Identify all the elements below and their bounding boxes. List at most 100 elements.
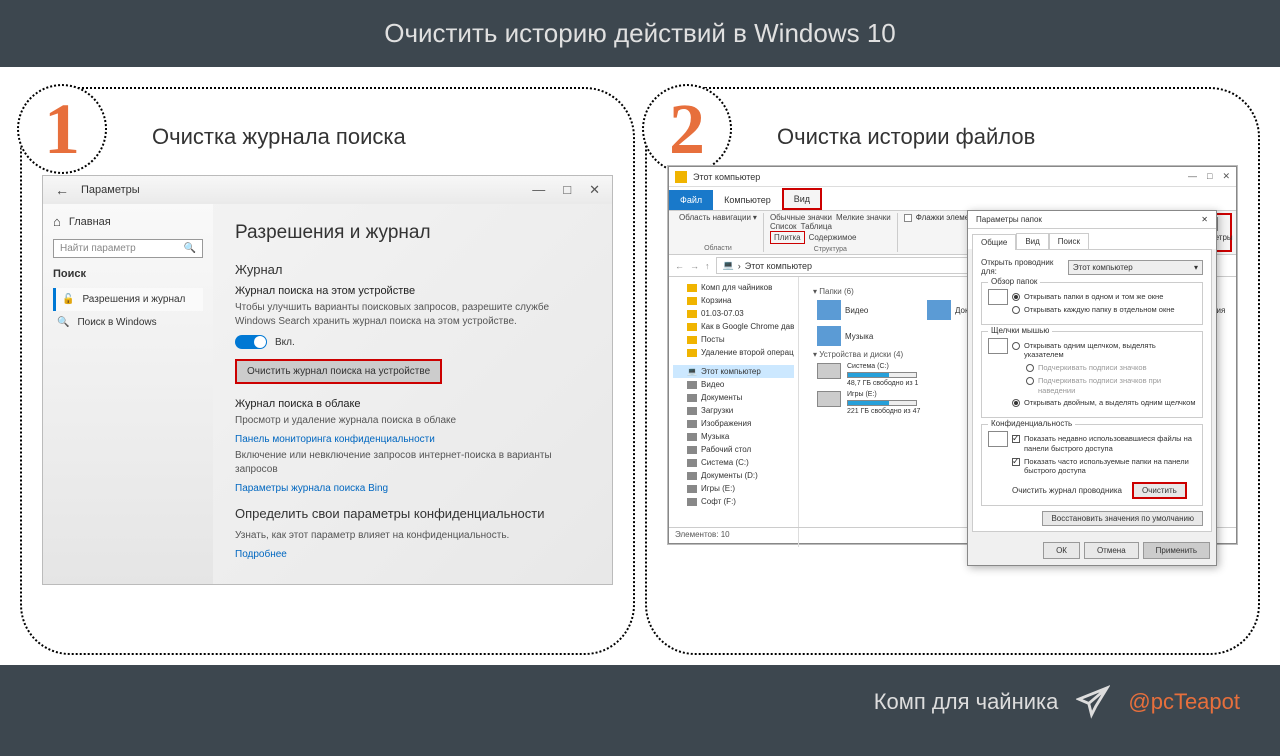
step-number: 1 [44,93,80,165]
nav-back[interactable]: ← [675,261,684,271]
ribbon-tabs: Файл Компьютер Вид [669,187,1236,211]
sidebar-item[interactable]: Корзина [673,294,794,307]
minimize-button[interactable]: — [532,182,545,198]
folder-item[interactable]: Видео [817,300,897,320]
clear-history-button[interactable]: Очистить журнал поиска на устройстве [235,359,442,384]
drive-icon [817,391,841,407]
open-explorer-select[interactable]: Этот компьютер▾ [1068,260,1203,275]
main-content: 1 Очистка журнала поиска ← Параметры — □… [0,67,1280,665]
view-normal-icons[interactable]: Обычные значки [770,213,832,222]
radio-single-click[interactable]: Открывать одним щелчком, выделять указат… [1012,341,1196,361]
breadcrumb[interactable]: 💻›Этот компьютер [716,257,996,274]
minimize-button[interactable]: — [1188,171,1197,182]
nav-forward[interactable]: → [690,261,699,271]
section-heading: Определить свои параметры конфиденциальн… [235,506,590,521]
sidebar-item[interactable]: Посты [673,333,794,346]
telegram-icon [1076,685,1110,719]
description-text: Чтобы улучшить варианты поисковых запрос… [235,301,590,329]
window-title: Параметры [81,184,140,196]
bing-settings-link[interactable]: Параметры журнала поиска Bing [235,483,590,494]
search-placeholder: Найти параметр [60,243,136,254]
view-content[interactable]: Содержимое [809,233,857,242]
view-list[interactable]: Список [770,222,797,231]
drive-item[interactable]: Система (C:)48,7 ГБ свободно из 1 [817,363,918,387]
privacy-dashboard-link[interactable]: Панель мониторинга конфиденциальности [235,434,590,445]
sidebar-item[interactable]: Музыка [673,430,794,443]
panel-2-title: Очистка истории файлов [777,124,1238,150]
home-icon: ⌂ [53,214,61,229]
sidebar-item[interactable]: Загрузки [673,404,794,417]
sidebar-this-pc[interactable]: 💻Этот компьютер [673,365,794,378]
radio-double-click[interactable]: Открывать двойным, а выделять одним щелч… [1012,398,1196,408]
sidebar-category: Поиск [53,268,203,280]
folder-icon [927,300,951,320]
dialog-title: Параметры папок [976,215,1042,224]
sidebar-item[interactable]: Документы (D:) [673,469,794,482]
learn-more-link[interactable]: Подробнее [235,549,590,560]
view-tiles[interactable]: Плитка [770,231,805,244]
clear-history-button[interactable]: Очистить [1132,482,1187,499]
dialog-tab-search[interactable]: Поиск [1049,233,1089,249]
view-small-icons[interactable]: Мелкие значки [836,213,891,222]
tab-view[interactable]: Вид [782,188,822,210]
dialog-tab-view[interactable]: Вид [1016,233,1048,249]
permissions-icon: 🔓 [62,294,74,305]
sidebar-item[interactable]: Видео [673,378,794,391]
close-button[interactable]: ✕ [589,182,600,198]
drive-item[interactable]: Игры (E:)221 ГБ свободно из 47 [817,391,920,415]
sidebar-item[interactable]: 01.03-07.03 [673,307,794,320]
sidebar-item[interactable]: Рабочий стол [673,443,794,456]
nav-pane-button[interactable]: Область навигации ▾ [679,213,757,222]
sidebar-item[interactable]: Документы [673,391,794,404]
cancel-button[interactable]: Отмена [1084,542,1139,559]
settings-content: Разрешения и журнал Журнал Журнал поиска… [213,204,612,584]
subsection-heading: Журнал поиска на этом устройстве [235,285,590,297]
checkbox-frequent-folders[interactable]: Показать часто используемые папки на пан… [1012,457,1196,477]
history-toggle[interactable]: Вкл. [235,335,590,349]
back-button[interactable]: ← [55,182,69,198]
checkbox-recent-files[interactable]: Показать недавно использовавшиеся файлы … [1012,434,1196,454]
tab-file[interactable]: Файл [669,190,713,210]
tab-computer[interactable]: Компьютер [713,190,782,210]
folder-icon [687,349,697,357]
drive-icon [817,363,841,379]
radio-new-window[interactable]: Открывать каждую папку в отдельном окне [1012,305,1196,315]
search-icon: 🔍 [184,243,196,254]
group-label: Области [679,245,757,252]
dialog-tab-general[interactable]: Общие [972,234,1016,250]
folder-icon [687,420,697,428]
radio-same-window[interactable]: Открывать папки в одном и том же окне [1012,292,1196,302]
folder-icon [687,407,697,415]
dialog-close-button[interactable]: ✕ [1201,215,1208,224]
close-button[interactable]: ✕ [1222,171,1230,182]
sidebar-item-windows-search[interactable]: 🔍Поиск в Windows [53,311,203,334]
sidebar-item[interactable]: Удаление второй операци [673,346,794,359]
sidebar-item[interactable]: Как в Google Chrome дава [673,320,794,333]
apply-button[interactable]: Применить [1143,542,1210,559]
restore-defaults-button[interactable]: Восстановить значения по умолчанию [1042,511,1203,526]
sidebar-item[interactable]: Система (C:) [673,456,794,469]
privacy-group-title: Конфиденциальность [988,419,1075,428]
maximize-button[interactable]: □ [563,182,571,198]
nav-up[interactable]: ↑ [705,261,710,271]
folder-icon [687,446,697,454]
sidebar-item[interactable]: Изображения [673,417,794,430]
search-settings-input[interactable]: Найти параметр 🔍 [53,239,203,258]
sidebar-item[interactable]: Комп для чайников [673,281,794,294]
panel-1: 1 Очистка журнала поиска ← Параметры — □… [20,87,635,655]
maximize-button[interactable]: □ [1207,171,1212,182]
home-link[interactable]: ⌂Главная [53,214,203,229]
sidebar-item[interactable]: Игры (E:) [673,482,794,495]
description-text: Включение или невключение запросов интер… [235,449,590,477]
folder-options-dialog: Параметры папок ✕ Общие Вид Поиск Открыть… [967,210,1217,566]
open-explorer-label: Открыть проводник для: [981,258,1062,276]
page-footer: Комп для чайника @pcTeapot [0,665,1280,739]
telegram-handle[interactable]: @pcTeapot [1128,689,1240,715]
sidebar-item-permissions[interactable]: 🔓Разрешения и журнал [53,288,203,311]
view-table[interactable]: Таблица [801,222,832,231]
toggle-switch [235,335,267,349]
checkbox-icon[interactable] [904,214,912,222]
folder-item[interactable]: Музыка [817,326,897,346]
sidebar-item[interactable]: Софт (F:) [673,495,794,508]
ok-button[interactable]: ОК [1043,542,1080,559]
